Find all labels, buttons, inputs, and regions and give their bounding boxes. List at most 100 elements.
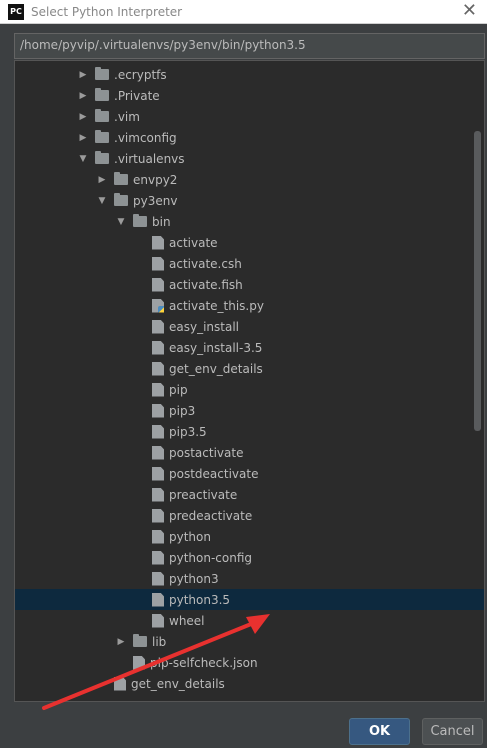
tree-item-label: .ecryptfs	[114, 67, 167, 82]
file-icon	[152, 319, 164, 334]
folder-icon	[95, 130, 109, 143]
tree-item-predeactivate[interactable]: predeactivate	[15, 505, 484, 526]
file-icon	[152, 277, 164, 292]
tree-item-label: python-config	[169, 550, 253, 565]
python-file-icon	[152, 298, 164, 313]
chevron-down-icon[interactable]: ▼	[77, 154, 89, 164]
tree-item-label: get_env_details	[131, 676, 225, 691]
file-icon	[114, 676, 126, 691]
chevron-down-icon[interactable]: ▼	[115, 217, 127, 227]
tree-item-label: predeactivate	[169, 508, 253, 523]
folder-icon	[114, 193, 128, 206]
chevron-right-icon[interactable]: ▶	[77, 112, 89, 122]
title-bar: PC Select Python Interpreter ✕	[0, 0, 487, 24]
folder-icon	[133, 214, 147, 227]
tree-item-pip3[interactable]: pip3	[15, 400, 484, 421]
tree-item-label: activate_this.py	[169, 298, 264, 313]
tree-item-py3env[interactable]: ▼ py3env	[15, 190, 484, 211]
vertical-scrollbar[interactable]	[474, 131, 481, 431]
file-icon	[152, 235, 164, 250]
file-icon	[152, 445, 164, 460]
folder-icon	[114, 172, 128, 185]
folder-icon	[133, 634, 147, 647]
tree-item-activate-this-py[interactable]: activate_this.py	[15, 295, 484, 316]
folder-icon	[95, 67, 109, 80]
tree-item-ecryptfs[interactable]: ▶ .ecryptfs	[15, 64, 484, 85]
tree-item-preactivate[interactable]: preactivate	[15, 484, 484, 505]
tree-item-postactivate[interactable]: postactivate	[15, 442, 484, 463]
file-icon	[152, 571, 164, 586]
tree-item-activate[interactable]: activate	[15, 232, 484, 253]
tree-item-pip-selfcheck-json[interactable]: pip-selfcheck.json	[15, 652, 484, 673]
ok-button[interactable]: OK	[349, 718, 410, 745]
tree-item-pip35[interactable]: pip3.5	[15, 421, 484, 442]
dialog-footer: OK Cancel	[0, 703, 487, 748]
tree-item-label: pip-selfcheck.json	[150, 655, 258, 670]
tree-item-label: pip3	[169, 403, 196, 418]
tree-item-label: envpy2	[133, 172, 178, 187]
tree-item-label: .virtualenvs	[114, 151, 185, 166]
tree-item-label: activate.fish	[169, 277, 243, 292]
tree-item-get-env-details[interactable]: get_env_details	[15, 358, 484, 379]
tree-item-easy-install[interactable]: easy_install	[15, 316, 484, 337]
tree-item-bin[interactable]: ▼ bin	[15, 211, 484, 232]
tree-item-virtualenvs[interactable]: ▼ .virtualenvs	[15, 148, 484, 169]
cancel-button[interactable]: Cancel	[422, 718, 483, 745]
file-icon	[152, 613, 164, 628]
file-icon	[152, 382, 164, 397]
tree-item-label: lib	[152, 634, 167, 649]
tree-item-label: python3	[169, 571, 219, 586]
tree-item-label: pip	[169, 382, 188, 397]
file-icon	[152, 424, 164, 439]
file-icon	[152, 508, 164, 523]
tree-item-label: postactivate	[169, 445, 244, 460]
close-icon[interactable]: ✕	[462, 1, 477, 21]
tree-item-python-config[interactable]: python-config	[15, 547, 484, 568]
tree-item-python35[interactable]: python3.5	[15, 589, 484, 610]
tree-item-python[interactable]: python	[15, 526, 484, 547]
tree-item-label: wheel	[169, 613, 205, 628]
tree-item-label: activate	[169, 235, 218, 250]
chevron-right-icon[interactable]: ▶	[96, 175, 108, 185]
chevron-down-icon[interactable]: ▼	[96, 196, 108, 206]
file-icon	[152, 550, 164, 565]
tree-item-python3[interactable]: python3	[15, 568, 484, 589]
chevron-right-icon[interactable]: ▶	[115, 637, 127, 647]
tree-item-postdeactivate[interactable]: postdeactivate	[15, 463, 484, 484]
pycharm-logo-icon: PC	[8, 3, 24, 20]
tree-item-label: .vimconfig	[114, 130, 177, 145]
tree-item-activate-csh[interactable]: activate.csh	[15, 253, 484, 274]
tree-item-wheel[interactable]: wheel	[15, 610, 484, 631]
tree-item-label: python3.5	[169, 592, 231, 607]
tree-item-private[interactable]: ▶ .Private	[15, 85, 484, 106]
tree-item-activate-fish[interactable]: activate.fish	[15, 274, 484, 295]
tree-item-label: postdeactivate	[169, 466, 259, 481]
folder-icon	[95, 151, 109, 164]
file-icon	[152, 403, 164, 418]
tree-item-label: get_env_details	[169, 361, 263, 376]
tree-item-label: bin	[152, 214, 171, 229]
folder-icon	[95, 88, 109, 101]
tree-item-label: .Private	[114, 88, 160, 103]
chevron-right-icon[interactable]: ▶	[77, 91, 89, 101]
tree-item-get-env-details-2[interactable]: get_env_details	[15, 673, 484, 694]
tree-item-pip[interactable]: pip	[15, 379, 484, 400]
tree-item-label: easy_install-3.5	[169, 340, 263, 355]
file-tree[interactable]: ▶ .ecryptfs ▶ .Private ▶ .vim ▶ .vimconfig ▼ .vir…	[14, 60, 485, 702]
tree-item-vimconfig[interactable]: ▶ .vimconfig	[15, 127, 484, 148]
path-input[interactable]: /home/pyvip/.virtualenvs/py3env/bin/pyth…	[14, 33, 485, 59]
file-icon	[152, 487, 164, 502]
file-icon	[152, 256, 164, 271]
tree-item-label: .vim	[114, 109, 140, 124]
tree-item-envpy2[interactable]: ▶ envpy2	[15, 169, 484, 190]
tree-item-lib[interactable]: ▶ lib	[15, 631, 484, 652]
file-icon	[152, 466, 164, 481]
tree-item-label: easy_install	[169, 319, 240, 334]
tree-item-easy-install-35[interactable]: easy_install-3.5	[15, 337, 484, 358]
tree-item-label: preactivate	[169, 487, 238, 502]
folder-icon	[95, 109, 109, 122]
tree-item-vim[interactable]: ▶ .vim	[15, 106, 484, 127]
chevron-right-icon[interactable]: ▶	[77, 70, 89, 80]
chevron-right-icon[interactable]: ▶	[77, 133, 89, 143]
tree-item-label: activate.csh	[169, 256, 242, 271]
